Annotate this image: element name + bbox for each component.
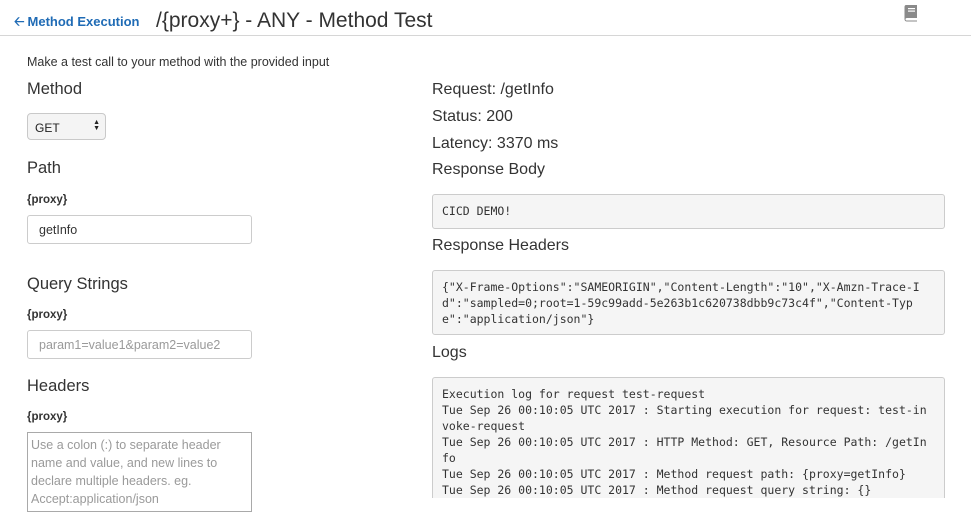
page-title: /{proxy+} - ANY - Method Test bbox=[156, 9, 433, 32]
headers-textarea[interactable] bbox=[27, 432, 252, 512]
top-bar: 🡠 Method Execution /{proxy+} - ANY - Meth… bbox=[0, 0, 971, 36]
latency-text: Latency: 3370 ms bbox=[432, 135, 559, 152]
back-link-label: Method Execution bbox=[27, 14, 140, 29]
select-caret-icon: ▲ ▼ bbox=[93, 119, 100, 132]
headers-param-label: {proxy} bbox=[27, 411, 68, 423]
path-proxy-input[interactable] bbox=[27, 215, 252, 244]
response-headers-title: Response Headers bbox=[432, 237, 569, 254]
response-headers-box: {"X-Frame-Options":"SAMEORIGIN","Content… bbox=[432, 270, 945, 335]
headers-section-title: Headers bbox=[27, 377, 90, 395]
query-strings-section-title: Query Strings bbox=[27, 275, 128, 293]
method-section-title: Method bbox=[27, 80, 83, 98]
back-to-method-execution-link[interactable]: 🡠 Method Execution bbox=[14, 13, 139, 35]
query-param-label: {proxy} bbox=[27, 309, 68, 321]
book-icon[interactable] bbox=[903, 4, 919, 22]
request-path-text: Request: /getInfo bbox=[432, 81, 554, 98]
method-select-value: GET bbox=[35, 121, 60, 135]
intro-text: Make a test call to your method with the… bbox=[27, 55, 330, 69]
query-string-input[interactable] bbox=[27, 330, 252, 359]
path-param-label: {proxy} bbox=[27, 194, 68, 206]
response-body-box: CICD DEMO! bbox=[432, 194, 945, 229]
logs-box[interactable]: Execution log for request test-request T… bbox=[432, 377, 945, 498]
arrow-left-icon: 🡠 bbox=[14, 14, 25, 29]
status-text: Status: 200 bbox=[432, 108, 513, 125]
response-body-title: Response Body bbox=[432, 161, 545, 178]
method-select[interactable]: GET ▲ ▼ bbox=[27, 113, 106, 140]
logs-title: Logs bbox=[432, 344, 467, 361]
path-section-title: Path bbox=[27, 159, 61, 177]
